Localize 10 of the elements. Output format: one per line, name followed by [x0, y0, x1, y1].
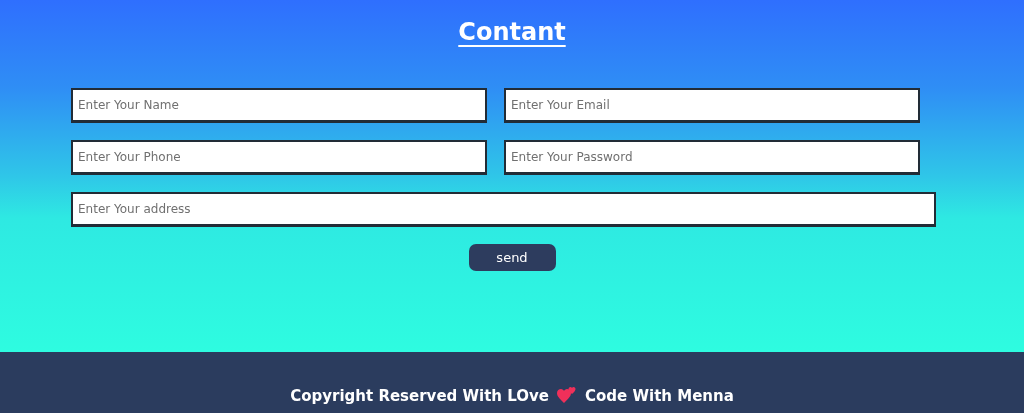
input-field[interactable]: Enter Your Password — [504, 140, 920, 175]
page-heading: Contant — [458, 17, 566, 48]
hearts-icon — [557, 386, 577, 404]
footer-text: Code With Menna — [585, 387, 734, 405]
input-field[interactable]: Enter Your address — [71, 192, 936, 227]
input-field[interactable]: Enter Your Email — [504, 88, 920, 123]
footer-text: Copyright Reserved With LOve — [290, 387, 549, 405]
input-field[interactable]: Enter Your Name — [71, 88, 487, 123]
input-field[interactable]: Enter Your Phone — [71, 140, 487, 175]
send-button[interactable]: send — [468, 244, 556, 271]
